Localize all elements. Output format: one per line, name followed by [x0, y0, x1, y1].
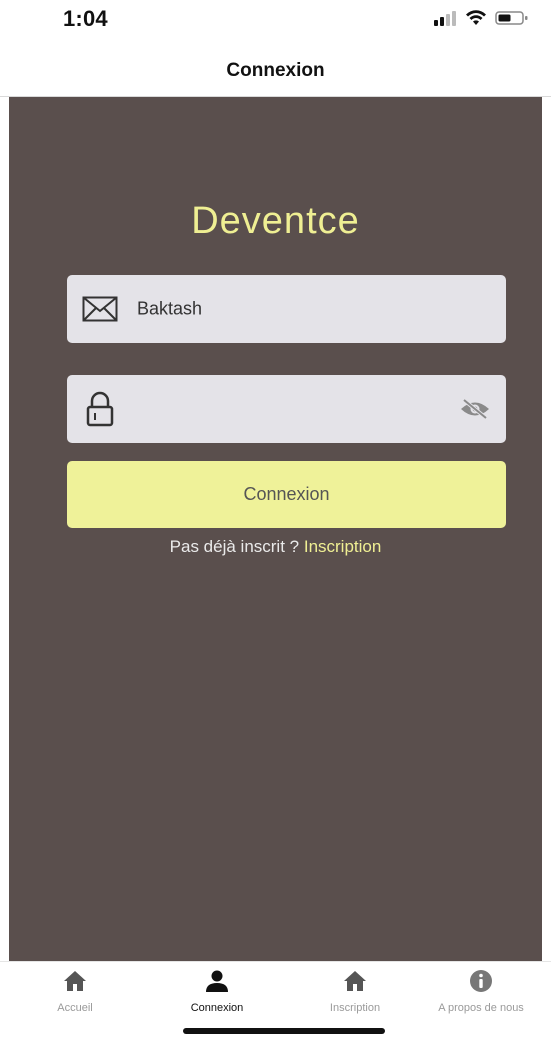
page-title: Connexion — [226, 60, 325, 81]
tab-inscription[interactable]: Inscription — [290, 968, 420, 1014]
signup-prompt-text: Pas déjà inscrit ? — [169, 537, 300, 556]
login-button[interactable]: Connexion — [67, 461, 506, 528]
username-value: Baktash — [137, 298, 203, 319]
mail-icon — [81, 290, 119, 328]
brand-title: Deventce — [191, 200, 360, 242]
person-icon — [206, 970, 228, 992]
home-icon — [64, 971, 86, 991]
lock-icon — [81, 390, 119, 428]
status-icons — [433, 10, 529, 26]
signup-link[interactable]: Inscription — [304, 537, 381, 556]
tab-label-connexion: Connexion — [190, 1002, 244, 1014]
password-field[interactable] — [67, 375, 506, 443]
tab-accueil[interactable]: Accueil — [10, 968, 140, 1014]
tab-a-propos[interactable]: A propos de nous — [416, 968, 546, 1014]
username-field[interactable]: Baktash — [67, 275, 506, 343]
info-icon — [470, 970, 492, 992]
home-indicator — [183, 1028, 385, 1034]
status-bar: 1:04 — [0, 0, 551, 44]
signup-prompt-line: Pas déjà inscrit ? Inscription — [9, 537, 542, 557]
signal-icon — [434, 11, 456, 26]
battery-icon — [495, 11, 528, 25]
tab-label-inscription: Inscription — [329, 1002, 381, 1014]
tab-label-accueil: Accueil — [57, 1002, 93, 1014]
home-icon — [344, 971, 366, 991]
tab-connexion[interactable]: Connexion — [152, 968, 282, 1014]
wifi-icon — [466, 10, 486, 25]
tab-label-a-propos: A propos de nous — [438, 1002, 524, 1014]
login-screen: Deventce Baktash Connexion Pas déjà insc… — [9, 97, 542, 961]
status-time: 1:04 — [63, 6, 108, 31]
nav-bar: Connexion — [0, 44, 551, 97]
toggle-password-visibility-icon[interactable] — [458, 392, 492, 426]
